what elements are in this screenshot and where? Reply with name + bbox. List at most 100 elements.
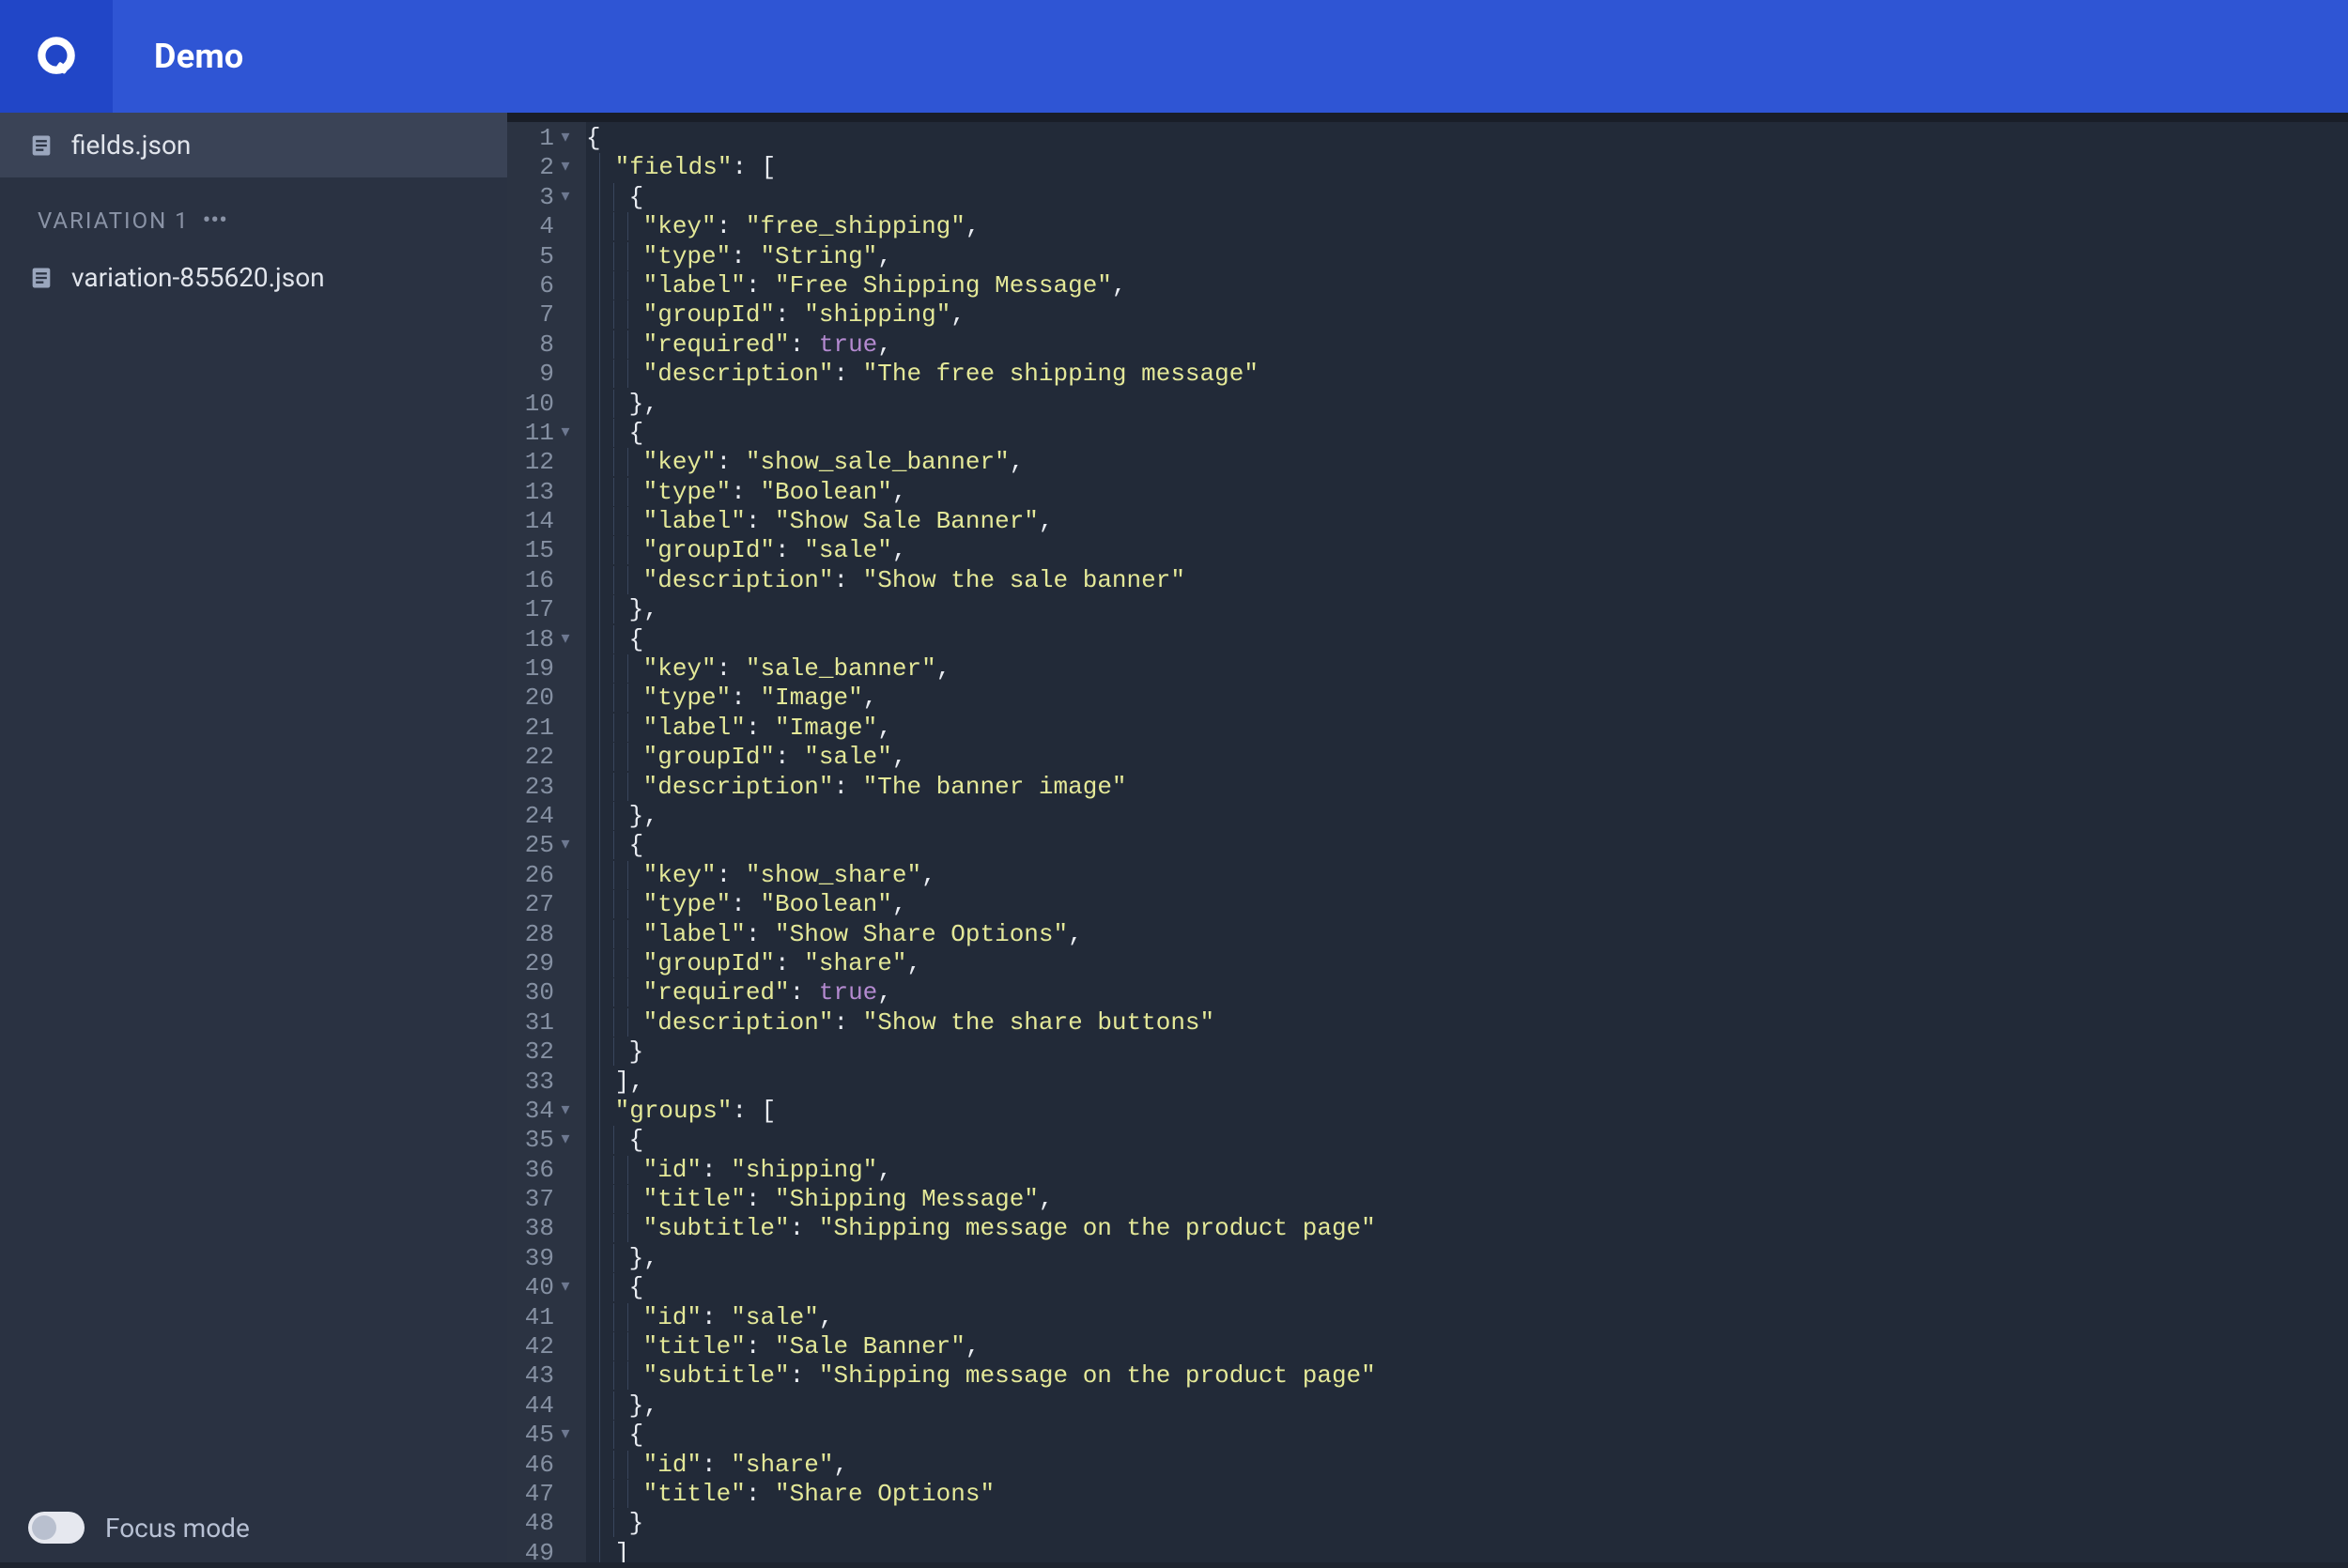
fold-toggle-icon[interactable]: ▾ [560,153,571,182]
json-string: "share" [804,949,906,977]
code-line[interactable]: { [586,1126,2348,1155]
code-line[interactable]: "required": true, [586,331,2348,360]
code-line[interactable]: { [586,1421,2348,1450]
code-line[interactable]: "key": "free_shipping", [586,212,2348,241]
line-number: 19 [507,654,571,684]
json-punct: { [629,1421,644,1449]
code-line[interactable]: "subtitle": "Shipping message on the pro… [586,1361,2348,1391]
code-line[interactable]: "groups": [ [586,1097,2348,1126]
fold-toggle-icon[interactable]: ▾ [560,183,571,212]
json-key: "label" [643,507,746,535]
code-line[interactable]: { [586,831,2348,860]
code-line[interactable]: "key": "sale_banner", [586,654,2348,684]
code-line[interactable]: ] [586,1539,2348,1562]
code-line[interactable]: { [586,183,2348,212]
code-line[interactable]: "id": "share", [586,1451,2348,1480]
code-scroll[interactable]: { "fields": [ { "key": "free_shipping", … [586,122,2348,1562]
json-punct: }, [629,390,658,418]
line-number: 23 [507,773,571,802]
indent-guide: "groups": [ [599,1097,776,1126]
json-punct: , [877,714,892,742]
indent-guide: "key": "show_share", [599,861,936,890]
code-line[interactable]: "description": "The banner image" [586,773,2348,802]
code-line[interactable]: "groupId": "share", [586,949,2348,978]
indent-guide: "groupId": "shipping", [599,300,965,330]
json-punct: { [586,124,601,153]
fold-toggle-icon[interactable]: ▾ [560,1126,571,1155]
code-line[interactable]: "required": true, [586,978,2348,1007]
json-punct: : [790,978,819,1007]
json-punct: { [629,183,644,211]
indent-guide: "type": "Boolean", [599,478,907,507]
code-line[interactable]: "title": "Share Options" [586,1480,2348,1509]
code-line[interactable]: "label": "Show Sale Banner", [586,507,2348,536]
code-line[interactable]: "description": "The free shipping messag… [586,360,2348,389]
code-line[interactable]: "label": "Show Share Options", [586,920,2348,949]
code-line[interactable]: { [586,1273,2348,1302]
code-line[interactable]: "key": "show_sale_banner", [586,448,2348,477]
sidebar-file-variation[interactable]: variation-855620.json [0,245,507,310]
sidebar-section-label: VARIATION 1 [38,208,190,234]
code-line[interactable]: "type": "Boolean", [586,478,2348,507]
fold-toggle-icon[interactable]: ▾ [560,1273,571,1302]
fold-toggle-icon[interactable]: ▾ [560,831,571,860]
code-line[interactable]: "type": "String", [586,242,2348,271]
code-line[interactable]: "subtitle": "Shipping message on the pro… [586,1214,2348,1243]
sidebar-file-fields[interactable]: fields.json [0,113,507,177]
code-line[interactable]: "type": "Boolean", [586,890,2348,919]
indent-guide: ], [599,1068,644,1097]
code-line[interactable]: }, [586,802,2348,831]
line-number: 10 [507,390,571,419]
code-line[interactable]: "fields": [ [586,153,2348,182]
fold-toggle-icon[interactable]: ▾ [560,124,571,153]
code-line[interactable]: }, [586,1391,2348,1421]
code-line[interactable]: } [586,1509,2348,1538]
focus-mode-toggle[interactable] [28,1512,85,1544]
code-line[interactable]: "title": "Sale Banner", [586,1332,2348,1361]
code-line[interactable]: "groupId": "shipping", [586,300,2348,330]
code-line[interactable]: "description": "Show the sale banner" [586,566,2348,595]
json-punct: , [1112,271,1127,300]
line-number: 49 [507,1539,571,1568]
code-line[interactable]: }, [586,1244,2348,1273]
qubit-logo-icon [35,35,78,78]
code-line[interactable]: "description": "Show the share buttons" [586,1008,2348,1038]
line-number: 47 [507,1480,571,1509]
json-key: "groupId" [643,300,775,329]
ellipsis-icon[interactable]: ••• [203,208,227,233]
code-line[interactable]: "groupId": "sale", [586,743,2348,772]
fold-toggle-icon[interactable]: ▾ [560,625,571,654]
indent-guide: "type": "Boolean", [599,890,907,919]
json-punct: , [1039,507,1054,535]
logo-box[interactable] [0,0,113,113]
code-line[interactable]: "id": "shipping", [586,1156,2348,1185]
fold-toggle-icon[interactable]: ▾ [560,1097,571,1126]
code-line[interactable]: "groupId": "sale", [586,536,2348,565]
code-line[interactable]: ], [586,1068,2348,1097]
code-line[interactable]: "type": "Image", [586,684,2348,713]
indent-guide: "groupId": "share", [599,949,921,978]
code-line[interactable]: { [586,124,2348,153]
json-punct: : [702,1156,731,1184]
code-line[interactable]: "label": "Image", [586,714,2348,743]
indent-guide: }, [613,390,658,418]
code-line[interactable]: "key": "show_share", [586,861,2348,890]
code-area[interactable]: { "fields": [ { "key": "free_shipping", … [586,122,2348,1562]
json-string: "Boolean" [760,890,891,918]
fold-toggle-icon[interactable]: ▾ [560,1421,571,1450]
indent-guide: "label": "Show Sale Banner", [627,507,1054,535]
code-line[interactable]: "title": "Shipping Message", [586,1185,2348,1214]
code-line[interactable]: }, [586,595,2348,624]
code-line[interactable]: }, [586,390,2348,419]
indent-guide: "description": "Show the share buttons" [613,1008,1214,1037]
code-line[interactable]: } [586,1038,2348,1067]
code-line[interactable]: "id": "sale", [586,1303,2348,1332]
code-line[interactable]: { [586,419,2348,448]
code-line[interactable]: { [586,625,2348,654]
code-line[interactable]: "label": "Free Shipping Message", [586,271,2348,300]
json-punct: : [790,1214,819,1242]
line-number: 33 [507,1068,571,1097]
fold-toggle-icon[interactable]: ▾ [560,419,571,448]
json-key: "label" [643,271,746,300]
indent-guide: { [599,419,643,448]
